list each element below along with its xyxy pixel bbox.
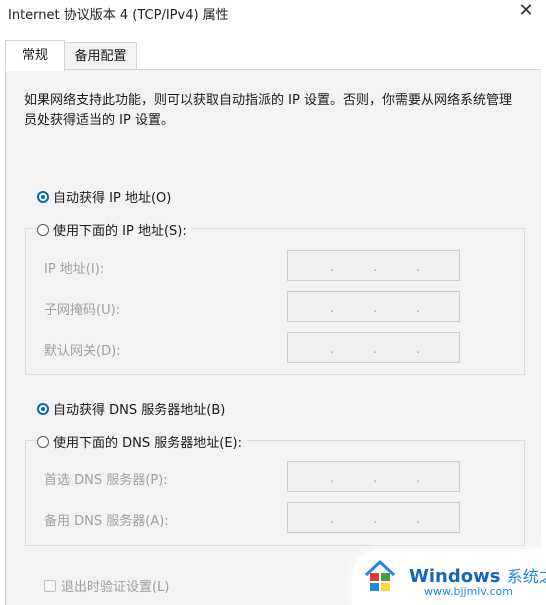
watermark-url: www.bjjmlv.com (424, 585, 513, 598)
watermark-brand-en: Windows (409, 566, 501, 587)
default-gateway-input[interactable]: . . . (287, 332, 460, 363)
radio-button-checked[interactable] (37, 402, 49, 415)
radio-auto-dns-label: 自动获得 DNS 服务器地址(B) (53, 403, 226, 418)
window-title: Internet 协议版本 4 (TCP/IPv4) 属性 (8, 8, 229, 23)
watermark: Windows 系统之家 www.bjjmlv.com (352, 549, 546, 605)
default-gateway-label: 默认网关(D): (44, 344, 121, 359)
preferred-dns-input[interactable]: . . . (287, 461, 460, 492)
radio-auto-dns[interactable]: 自动获得 DNS 服务器地址(B) (37, 399, 230, 418)
ip-separator: . (330, 301, 335, 316)
radio-manual-dns-label: 使用下面的 DNS 服务器地址(E): (53, 436, 242, 451)
alternate-dns-label: 备用 DNS 服务器(A): (44, 514, 169, 529)
radio-manual-ip-label: 使用下面的 IP 地址(S): (53, 224, 187, 239)
radio-button-checked[interactable] (37, 190, 49, 203)
ip-separator: . (373, 301, 378, 316)
ip-separator: . (416, 342, 421, 357)
tab-general[interactable]: 常规 (5, 40, 65, 71)
radio-auto-ip-label: 自动获得 IP 地址(O) (53, 191, 172, 206)
ip-separator: . (416, 512, 421, 527)
alternate-dns-input[interactable]: . . . (287, 502, 460, 533)
radio-manual-dns[interactable]: 使用下面的 DNS 服务器地址(E): (37, 432, 246, 451)
validate-on-exit-label: 退出时验证设置(L) (61, 580, 170, 595)
subnet-mask-label: 子网掩码(U): (44, 303, 121, 318)
subnet-mask-input[interactable]: . . . (287, 291, 460, 322)
radio-button-unchecked[interactable] (37, 435, 49, 448)
ip-address-input[interactable]: . . . (287, 250, 460, 281)
ip-separator: . (330, 342, 335, 357)
windows-logo-icon (364, 560, 396, 591)
ip-address-label: IP 地址(I): (44, 262, 105, 277)
validate-on-exit-checkbox[interactable] (44, 579, 56, 592)
ip-separator: . (330, 260, 335, 275)
watermark-brand-cn: 系统之家 (506, 567, 546, 586)
ip-separator: . (416, 260, 421, 275)
title-bar: Internet 协议版本 4 (TCP/IPv4) 属性 ✕ (0, 0, 546, 26)
ip-separator: . (373, 260, 378, 275)
description-text: 如果网络支持此功能，则可以获取自动指派的 IP 设置。否则，你需要从网络系统管理… (24, 93, 512, 128)
ip-separator: . (330, 471, 335, 486)
ip-separator: . (373, 512, 378, 527)
tab-alternate-configuration[interactable]: 备用配置 (65, 42, 137, 70)
ip-separator: . (373, 342, 378, 357)
ip-separator: . (416, 471, 421, 486)
radio-button-unchecked[interactable] (37, 223, 49, 236)
tab-strip: 常规 备用配置 (0, 40, 546, 71)
ip-separator: . (373, 471, 378, 486)
watermark-brand: Windows 系统之家 (409, 563, 546, 587)
ip-separator: . (330, 512, 335, 527)
radio-auto-ip[interactable]: 自动获得 IP 地址(O) (37, 187, 176, 206)
radio-manual-ip[interactable]: 使用下面的 IP 地址(S): (37, 220, 191, 239)
validate-on-exit-checkbox-row[interactable]: 退出时验证设置(L) (44, 576, 169, 595)
ip-separator: . (416, 301, 421, 316)
close-icon[interactable]: ✕ (514, 0, 538, 21)
preferred-dns-label: 首选 DNS 服务器(P): (44, 473, 168, 488)
